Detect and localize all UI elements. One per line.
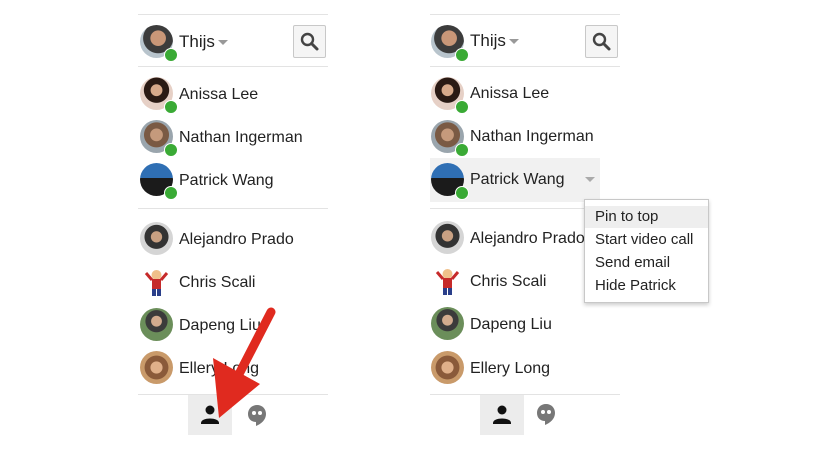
contact-avatar [140,120,178,157]
menu-item-label: Send email [595,254,671,271]
menu-item-label: Start video call [595,231,694,248]
tab-hangouts[interactable] [242,400,272,430]
contact-name: Anissa Lee [470,85,550,102]
contact-name: Dapeng Liu [470,316,552,333]
online-status-dot [455,143,469,157]
contact-name: Dapeng Liu [179,317,261,334]
contact-name: Ellery Long [470,360,551,377]
cartoon-avatar-icon [144,270,169,296]
contact-avatar [140,351,173,384]
online-status-dot [455,100,469,114]
contact-avatar [431,163,469,200]
contact-name: Chris Scali [179,274,256,291]
contact-name: Nathan Ingerman [470,128,594,145]
contact-avatar [140,308,173,341]
person-icon [493,405,511,424]
contact-options-caret-icon[interactable] [585,177,595,182]
contacts-panel-left: Thijs Anissa Lee Nathan Ingerman Patrick… [138,0,328,449]
tab-contacts[interactable] [480,395,524,435]
divider [138,208,328,209]
menu-item-label: Pin to top [595,208,659,225]
caret-down-icon[interactable] [509,39,519,44]
hangouts-quote-icon [537,404,555,425]
contact-avatar [140,222,173,255]
user-name[interactable]: Thijs [470,31,506,51]
contact-name: Ellery Long [179,360,260,377]
contact-name: Alejandro Prado [470,230,585,247]
cartoon-avatar-icon [435,269,460,295]
contact-avatar [431,120,469,157]
search-icon [300,32,319,51]
divider [430,66,620,67]
user-name[interactable]: Thijs [179,32,215,52]
contact-avatar [140,265,173,298]
contact-avatar [140,77,178,114]
search-icon [592,32,611,51]
contact-name: Patrick Wang [179,172,274,189]
contact-avatar [431,307,464,340]
menu-item-hide-patrick[interactable]: Hide Patrick [585,275,708,297]
tab-contacts[interactable] [188,395,232,435]
menu-item-start-video-call[interactable]: Start video call [585,229,708,251]
tab-hangouts[interactable] [531,399,561,429]
menu-item-pin-to-top[interactable]: Pin to top [585,206,708,228]
online-status-dot [455,186,469,200]
contact-name: Nathan Ingerman [179,129,303,146]
online-status-dot [164,186,178,200]
divider [430,394,620,395]
online-status-dot [455,48,469,62]
online-status-dot [164,100,178,114]
contact-avatar [431,351,464,384]
search-button[interactable] [293,25,326,58]
contact-avatar [431,77,469,114]
contact-avatar [140,163,178,200]
divider [138,66,328,67]
online-status-dot [164,48,178,62]
contact-avatar [431,221,464,254]
contact-name: Alejandro Prado [179,231,294,248]
hangouts-quote-icon [248,405,266,426]
divider [138,394,328,395]
search-button[interactable] [585,25,618,58]
contact-avatar [431,264,464,297]
online-status-dot [164,143,178,157]
user-avatar[interactable] [431,25,469,62]
menu-item-send-email[interactable]: Send email [585,252,708,274]
user-avatar[interactable] [140,25,178,62]
contact-name: Chris Scali [470,273,547,290]
menu-item-label: Hide Patrick [595,277,676,294]
person-icon [201,405,219,424]
divider [430,14,620,15]
divider [138,14,328,15]
contact-name: Anissa Lee [179,86,259,103]
contact-context-menu: Pin to top Start video call Send email H… [584,199,709,303]
caret-down-icon[interactable] [218,40,228,45]
contact-name: Patrick Wang [470,171,565,188]
